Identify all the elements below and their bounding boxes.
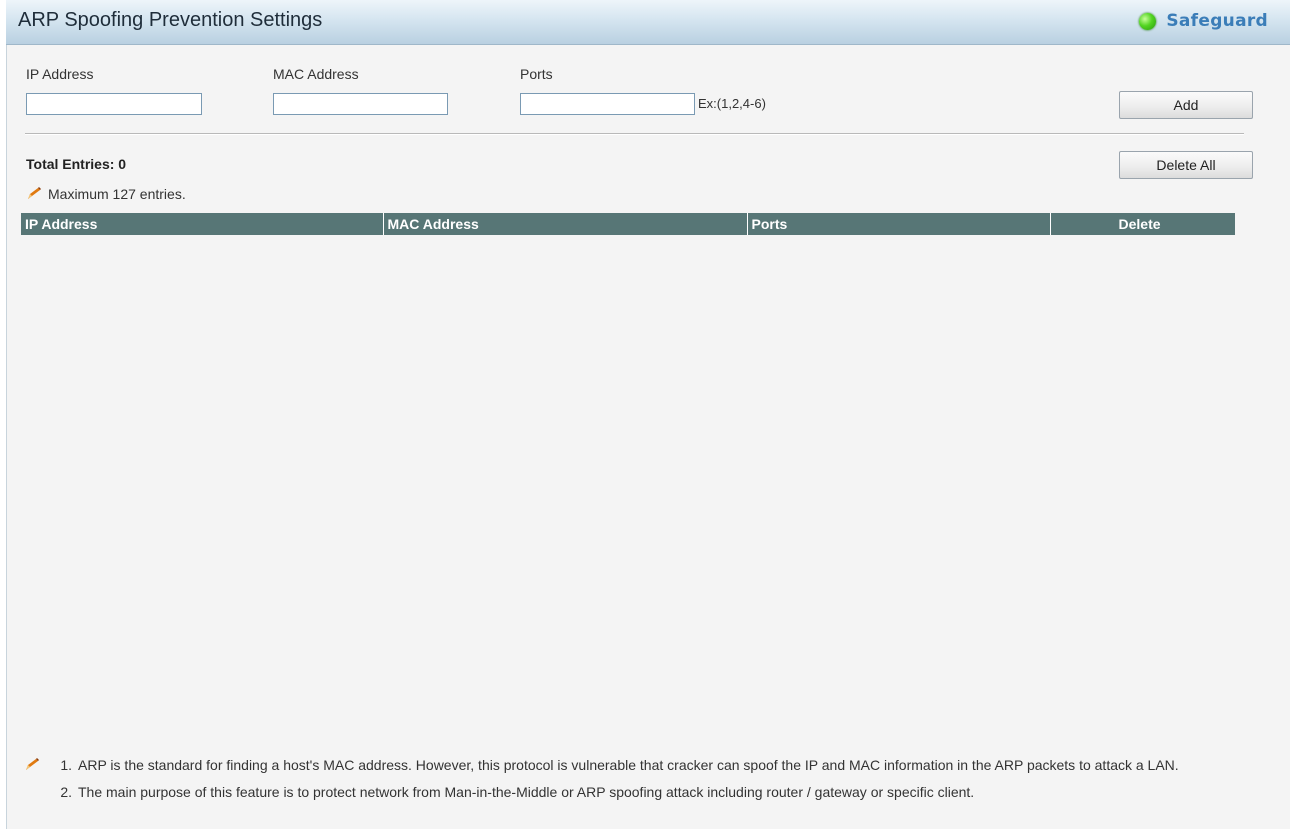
mac-address-label: MAC Address [273, 66, 359, 82]
footnote-number: 1. [60, 757, 72, 773]
footnote-text: ARP is the standard for finding a host's… [78, 757, 1179, 773]
pencil-icon [26, 758, 39, 770]
ip-address-input[interactable] [26, 93, 202, 115]
title-bar: ARP Spoofing Prevention Settings Safegua… [6, 0, 1290, 45]
column-header-delete: Delete [1049, 213, 1235, 235]
ports-label: Ports [520, 66, 553, 82]
column-header-ports: Ports [746, 213, 1050, 235]
mac-address-input[interactable] [273, 93, 448, 115]
footnote-text: The main purpose of this feature is to p… [78, 784, 975, 800]
page-title: ARP Spoofing Prevention Settings [18, 9, 323, 31]
safeguard-label: Safeguard [1166, 11, 1268, 31]
entries-table: IP Address MAC Address Ports Delete [21, 213, 1235, 235]
add-button[interactable]: Add [1119, 91, 1253, 119]
total-entries: Total Entries: 0 [26, 156, 127, 172]
green-led-icon [1139, 12, 1157, 30]
table-header-row: IP Address MAC Address Ports Delete [21, 213, 1235, 235]
column-header-mac-address: MAC Address [382, 213, 747, 235]
ports-hint: Ex:(1,2,4-6) [698, 96, 766, 111]
ports-input[interactable] [520, 93, 695, 115]
delete-all-button[interactable]: Delete All [1119, 151, 1253, 179]
footnote-item: 1. ARP is the standard for finding a hos… [24, 757, 1248, 776]
content-panel [6, 0, 1290, 829]
footnotes: 1. ARP is the standard for finding a hos… [24, 757, 1248, 801]
ip-address-label: IP Address [26, 66, 94, 82]
divider [25, 133, 1244, 135]
column-header-ip-address: IP Address [21, 213, 383, 235]
footnote-number: 2. [60, 784, 72, 800]
max-entries-text: Maximum 127 entries. [48, 186, 186, 202]
max-entries-note: Maximum 127 entries. [26, 186, 186, 202]
footnote-item: 2. The main purpose of this feature is t… [24, 784, 1248, 801]
pencil-icon [28, 187, 41, 199]
safeguard-status: Safeguard [1139, 11, 1268, 31]
